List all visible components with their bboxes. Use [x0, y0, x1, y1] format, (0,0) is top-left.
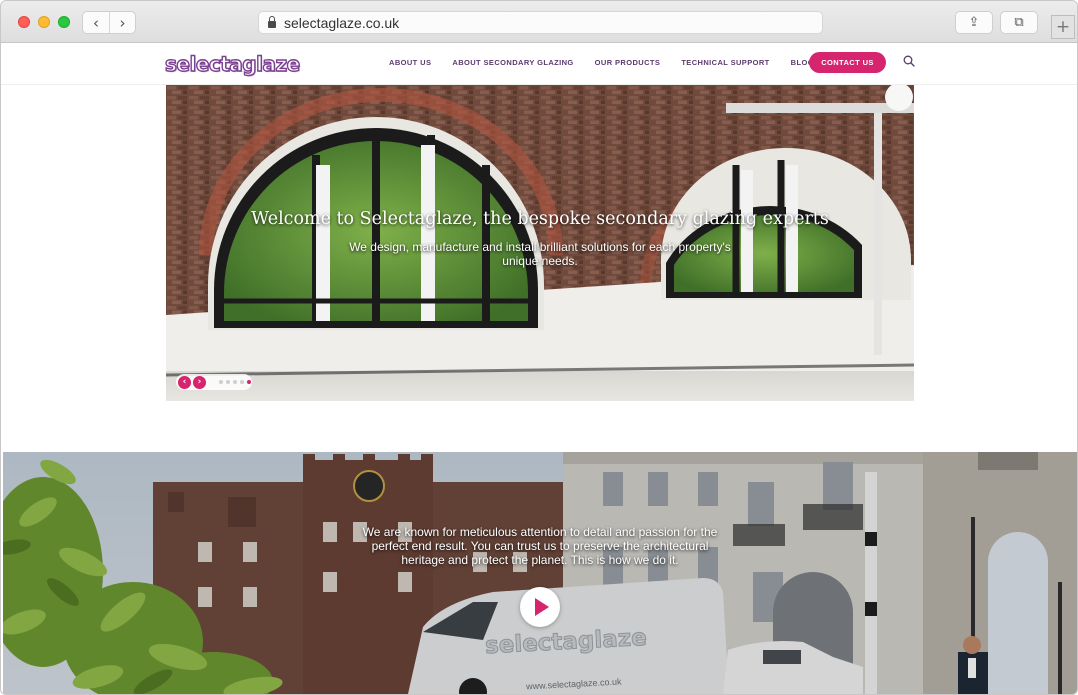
forward-button[interactable]: ›	[108, 12, 135, 33]
contact-us-button[interactable]: CONTACT US	[809, 52, 886, 73]
site-header: selectaglaze ABOUT US ABOUT SECONDARY GL…	[1, 43, 1077, 85]
lock-icon	[268, 15, 276, 28]
video-section: selectaglaze www.selectaglaze.co.uk We a…	[3, 452, 1077, 694]
url-text: selectaglaze.co.uk	[284, 14, 400, 31]
hero-subtitle: We design, manufacture and install brill…	[349, 240, 731, 268]
share-button[interactable]: ⇪	[955, 11, 993, 34]
slider-next-button[interactable]: ›	[193, 375, 206, 389]
slider-dots	[216, 380, 251, 384]
search-icon[interactable]	[903, 55, 915, 67]
nav-item-about-us[interactable]: ABOUT US	[389, 58, 431, 67]
nav-item-technical-support[interactable]: TECHNICAL SUPPORT	[681, 58, 769, 67]
hero-slider: Welcome to Selectaglaze, the bespoke sec…	[166, 85, 914, 401]
nav-item-our-products[interactable]: OUR PRODUCTS	[595, 58, 661, 67]
chevron-left-icon: ‹	[92, 13, 99, 32]
back-button[interactable]: ‹	[83, 12, 109, 33]
hero-title: Welcome to Selectaglaze, the bespoke sec…	[251, 209, 829, 229]
close-window-button[interactable]	[18, 16, 30, 28]
slider-controls: ‹ ›	[176, 374, 252, 390]
share-icon: ⇪	[968, 15, 980, 30]
play-button[interactable]	[520, 587, 560, 627]
chevron-right-icon: ›	[197, 376, 202, 387]
slider-dot[interactable]	[240, 380, 244, 384]
play-icon	[535, 598, 549, 616]
browser-window: ‹ › selectaglaze.co.uk ⇪ ⧉ + selectaglaz…	[0, 0, 1078, 695]
video-thumbnail	[3, 452, 1077, 694]
slider-dot[interactable]	[219, 380, 223, 384]
slider-prev-button[interactable]: ‹	[178, 375, 191, 389]
slider-dot[interactable]	[226, 380, 230, 384]
minimize-window-button[interactable]	[38, 16, 50, 28]
tabs-icon: ⧉	[1014, 15, 1024, 30]
video-caption: We are known for meticulous attention to…	[362, 525, 718, 567]
show-tabs-button[interactable]: ⧉	[1000, 11, 1038, 34]
zoom-window-button[interactable]	[58, 16, 70, 28]
slider-dot[interactable]	[233, 380, 237, 384]
browser-toolbar: ‹ › selectaglaze.co.uk ⇪ ⧉ +	[1, 1, 1077, 43]
slider-dot[interactable]	[247, 380, 251, 384]
main-nav: ABOUT US ABOUT SECONDARY GLAZING OUR PRO…	[389, 58, 863, 67]
address-bar[interactable]: selectaglaze.co.uk	[258, 11, 823, 34]
nav-item-about-secondary-glazing[interactable]: ABOUT SECONDARY GLAZING	[452, 58, 573, 67]
chevron-right-icon: ›	[119, 13, 126, 32]
new-tab-button[interactable]: +	[1051, 15, 1075, 39]
selectaglaze-logo[interactable]: selectaglaze	[164, 51, 301, 76]
plus-icon: +	[1055, 17, 1071, 37]
chevron-left-icon: ‹	[182, 376, 187, 387]
history-buttons: ‹ ›	[82, 11, 136, 34]
